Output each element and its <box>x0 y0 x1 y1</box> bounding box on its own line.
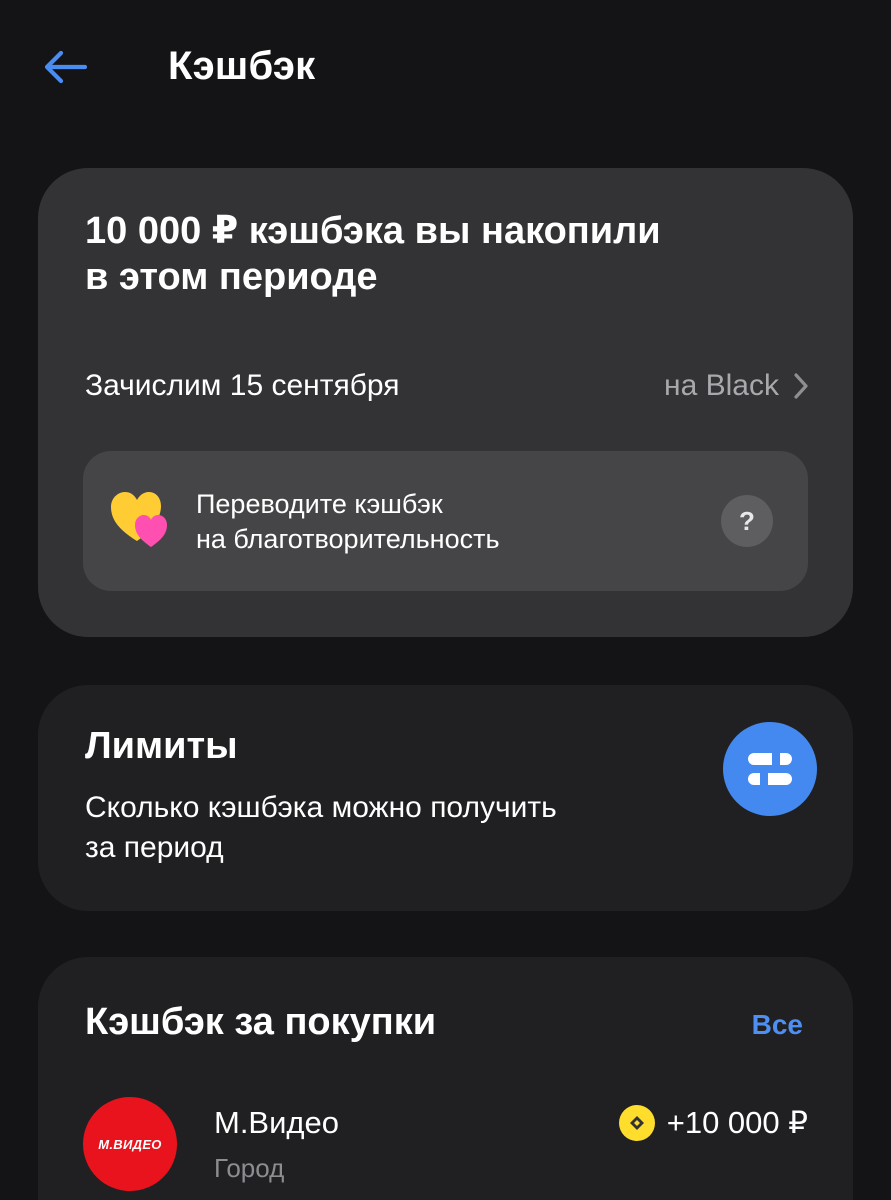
limits-description: Сколько кэшбэка можно получить за период <box>85 788 685 868</box>
charity-banner[interactable]: Переводите кэшбэк на благотворительность… <box>83 451 808 591</box>
credit-target-label: на Black <box>664 369 779 402</box>
limits-description-line-1: Сколько кэшбэка можно получить <box>85 791 557 824</box>
cashback-coin-icon <box>618 1105 655 1141</box>
purchase-item[interactable]: М.ВИДЕО М.Видео Город +10 000 ₽ <box>83 1097 808 1197</box>
back-button[interactable] <box>40 44 90 90</box>
coin-glyph <box>629 1116 644 1130</box>
summary-title: 10 000 ₽ кэшбэка вы накопили в этом пери… <box>85 208 785 300</box>
limits-card[interactable]: Лимиты Сколько кэшбэка можно получить за… <box>38 685 853 911</box>
credit-target: на Black <box>664 369 809 403</box>
all-purchases-link[interactable]: Все <box>752 1009 803 1041</box>
purchases-title: Кэшбэк за покупки <box>85 1001 437 1043</box>
cashback-amount: +10 000 ₽ <box>618 1103 808 1143</box>
store-logo: М.ВИДЕО <box>83 1097 177 1191</box>
limits-bars-glyph <box>748 753 792 785</box>
arrow-left-icon <box>44 50 87 84</box>
cashback-amount-value: +10 000 ₽ <box>666 1105 808 1140</box>
cashback-summary-card: 10 000 ₽ кэшбэка вы накопили в этом пери… <box>38 168 853 637</box>
summary-title-line-2: в этом периоде <box>85 256 378 298</box>
limits-title: Лимиты <box>85 725 238 767</box>
credit-date: Зачислим 15 сентября <box>85 369 400 402</box>
charity-text-line-2: на благотворительность <box>196 524 500 554</box>
purchases-cashback-card: Кэшбэк за покупки Все М.ВИДЕО М.Видео Го… <box>38 957 853 1200</box>
charity-text-line-1: Переводите кэшбэк <box>196 489 443 519</box>
chevron-right-icon <box>794 373 808 399</box>
summary-title-line-1: 10 000 ₽ кэшбэка вы накопили <box>85 210 661 252</box>
question-icon[interactable]: ? <box>721 495 773 547</box>
credit-account-row[interactable]: Зачислим 15 сентября на Black <box>85 364 809 408</box>
store-category: Город <box>214 1153 285 1183</box>
cashback-screen: Кэшбэк 10 000 ₽ кэшбэка вы накопили в эт… <box>0 0 891 1200</box>
charity-text: Переводите кэшбэк на благотворительность <box>196 487 676 557</box>
limits-description-line-2: за период <box>85 831 224 864</box>
page-title: Кэшбэк <box>168 44 316 88</box>
limits-bars-icon <box>723 722 817 816</box>
store-name: М.Видео <box>214 1105 339 1140</box>
hearts-icon <box>111 492 167 547</box>
